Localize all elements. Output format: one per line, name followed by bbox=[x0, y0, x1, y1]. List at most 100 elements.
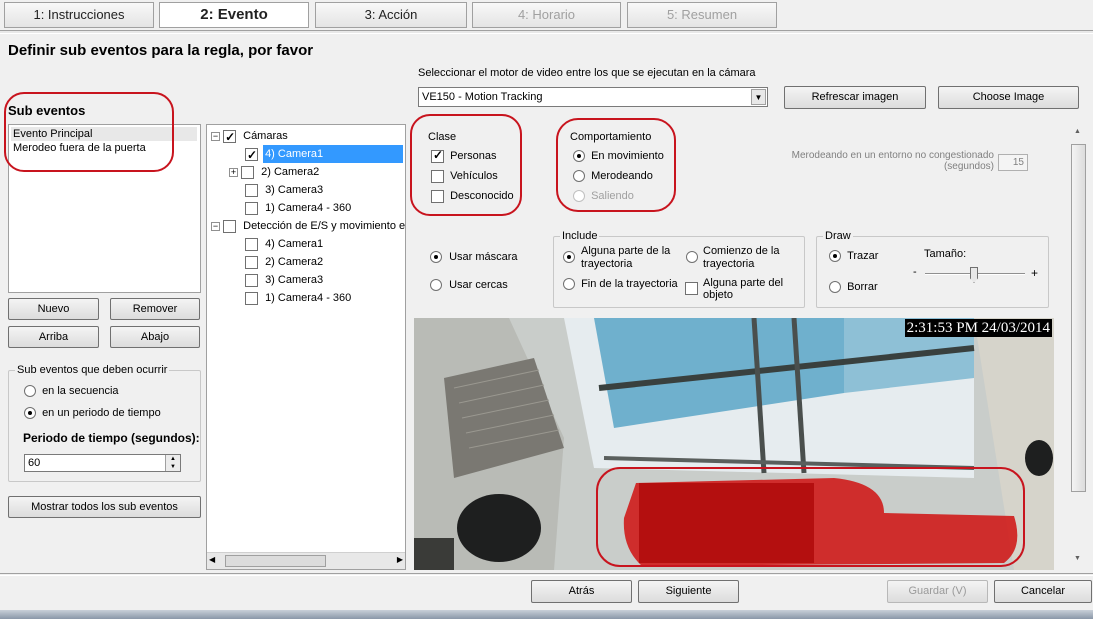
vertical-scrollbar[interactable]: ▲ ▼ bbox=[1070, 124, 1087, 570]
loiter-label: Merodeando en un entorno no congestionad… bbox=[791, 150, 994, 172]
tab-accion[interactable]: 3: Acción bbox=[315, 2, 467, 28]
include-label: Alguna parte de la trayectoria bbox=[581, 245, 671, 270]
tree-item-camera[interactable]: 4) Camera1 bbox=[245, 235, 323, 253]
must-occur-title: Sub eventos que deben ocurrir bbox=[15, 364, 170, 376]
scroll-up-icon[interactable]: ▲ bbox=[1074, 128, 1081, 135]
tree-label: 2) Camera2 bbox=[265, 256, 324, 268]
tab-resumen[interactable]: 5: Resumen bbox=[627, 2, 777, 28]
tree-label: 4) Camera1 bbox=[263, 145, 404, 163]
tree-item-camera[interactable]: 3) Camera3 bbox=[245, 181, 323, 199]
collapse-icon[interactable]: − bbox=[211, 222, 220, 231]
horizontal-scrollbar[interactable]: ◀ ▶ bbox=[207, 552, 405, 569]
tree-item-camera[interactable]: 3) Camera3 bbox=[245, 271, 323, 289]
checkbox-icon[interactable] bbox=[245, 255, 258, 269]
cancel-button[interactable]: Cancelar bbox=[994, 580, 1092, 603]
chevron-down-icon[interactable]: ▼ bbox=[751, 89, 766, 105]
engine-select[interactable]: VE150 - Motion Tracking ▼ bbox=[418, 87, 768, 107]
period-label: Periodo de tiempo (segundos): bbox=[23, 431, 200, 445]
scroll-thumb[interactable] bbox=[1071, 144, 1086, 492]
tree-label: 1) Camera4 - 360 bbox=[265, 202, 352, 214]
checkbox-icon[interactable] bbox=[223, 219, 237, 233]
include-label: Fin de la trayectoria bbox=[581, 278, 678, 290]
up-button[interactable]: Arriba bbox=[8, 326, 99, 348]
tab-horario[interactable]: 4: Horario bbox=[472, 2, 621, 28]
checkbox-icon[interactable] bbox=[245, 183, 258, 197]
checkbox-icon[interactable] bbox=[245, 291, 258, 305]
radio-icon bbox=[829, 250, 841, 263]
scroll-thumb[interactable] bbox=[225, 555, 326, 567]
radio-icon bbox=[829, 281, 841, 294]
period-stepper[interactable]: 60 ▲ ▼ bbox=[24, 454, 181, 472]
next-button[interactable]: Siguiente bbox=[638, 580, 739, 603]
scroll-right-icon[interactable]: ▶ bbox=[397, 555, 403, 564]
use-fences-label: Usar cercas bbox=[449, 279, 508, 291]
engine-select-value: VE150 - Motion Tracking bbox=[422, 91, 543, 103]
loiter-seconds-input[interactable]: 15 bbox=[998, 154, 1028, 171]
camera-timestamp: 2:31:53 PM 24/03/2014 bbox=[904, 319, 1052, 337]
scroll-left-icon[interactable]: ◀ bbox=[209, 555, 215, 564]
page-title: Definir sub eventos para la regla, por f… bbox=[8, 42, 314, 59]
in-period-label: en un periodo de tiempo bbox=[42, 407, 161, 419]
save-button[interactable]: Guardar (V) bbox=[887, 580, 988, 603]
tree-item-camera[interactable]: 1) Camera4 - 360 bbox=[245, 199, 351, 217]
tab-evento[interactable]: 2: Evento bbox=[159, 2, 309, 28]
size-slider[interactable] bbox=[925, 267, 1025, 283]
highlight-clase bbox=[410, 114, 522, 216]
tree-label: 1) Camera4 - 360 bbox=[265, 292, 352, 304]
include-label: Comienzo de la trayectoria bbox=[703, 245, 780, 270]
back-button[interactable]: Atrás bbox=[531, 580, 632, 603]
engine-label: Seleccionar el motor de video entre los … bbox=[418, 67, 756, 79]
tree-item-camera[interactable]: + 2) Camera2 bbox=[229, 163, 319, 181]
checkbox-icon[interactable] bbox=[245, 201, 258, 215]
include-end-radio[interactable]: Fin de la trayectoria bbox=[563, 278, 678, 291]
remove-button[interactable]: Remover bbox=[110, 298, 200, 320]
use-mask-radio[interactable]: Usar máscara bbox=[430, 251, 518, 264]
in-sequence-radio[interactable]: en la secuencia bbox=[24, 385, 119, 398]
tree-node-detection[interactable]: − Detección de E/S y movimiento e bbox=[211, 217, 405, 235]
use-fences-radio[interactable]: Usar cercas bbox=[430, 279, 508, 292]
slider-thumb[interactable] bbox=[970, 267, 978, 283]
down-button[interactable]: Abajo bbox=[110, 326, 200, 348]
radio-icon bbox=[563, 278, 575, 291]
tree-item-camera[interactable]: 2) Camera2 bbox=[245, 253, 323, 271]
tree-item-camera[interactable]: 4) Camera1 bbox=[245, 145, 404, 164]
tab-instrucciones[interactable]: 1: Instrucciones bbox=[4, 2, 154, 28]
checkbox-icon[interactable] bbox=[223, 128, 237, 146]
size-label: Tamaño: bbox=[924, 248, 967, 260]
show-all-sub-events-button[interactable]: Mostrar todos los sub eventos bbox=[8, 496, 201, 518]
scroll-down-icon[interactable]: ▼ bbox=[1074, 555, 1081, 562]
size-plus-label: + bbox=[1031, 266, 1039, 280]
checkbox-icon[interactable] bbox=[245, 237, 258, 251]
checkbox-icon[interactable] bbox=[241, 165, 255, 179]
radio-icon bbox=[563, 251, 575, 263]
loiter-value: 15 bbox=[1012, 157, 1024, 168]
draw-trace-radio[interactable]: Trazar bbox=[829, 250, 879, 263]
size-minus-label: - bbox=[913, 266, 917, 278]
collapse-icon[interactable]: − bbox=[211, 132, 220, 141]
choose-image-button[interactable]: Choose Image bbox=[938, 86, 1079, 109]
highlight-sub-events bbox=[4, 92, 174, 172]
draw-erase-radio[interactable]: Borrar bbox=[829, 281, 878, 294]
camera-tree[interactable]: − Cámaras 4) Camera1 + 2) Camera2 3) Cam… bbox=[206, 124, 406, 570]
footer-divider bbox=[0, 573, 1093, 576]
in-period-radio[interactable]: en un periodo de tiempo bbox=[24, 407, 161, 420]
expand-icon[interactable]: + bbox=[229, 168, 238, 177]
stepper-arrows-icon[interactable]: ▲ ▼ bbox=[165, 455, 180, 471]
checkbox-icon[interactable] bbox=[245, 146, 258, 164]
refresh-image-button[interactable]: Refrescar imagen bbox=[784, 86, 926, 109]
tree-node-cameras[interactable]: − Cámaras bbox=[211, 127, 288, 146]
tree-label: Detección de E/S y movimiento e bbox=[243, 220, 406, 232]
draw-label: Trazar bbox=[847, 250, 879, 262]
tree-label: 3) Camera3 bbox=[265, 184, 324, 196]
tree-item-camera[interactable]: 1) Camera4 - 360 bbox=[245, 289, 351, 307]
tree-label: 4) Camera1 bbox=[265, 238, 324, 250]
highlight-comportamiento bbox=[556, 118, 676, 212]
highlight-mask-area bbox=[596, 467, 1025, 567]
taskbar-strip bbox=[0, 610, 1093, 619]
include-label: Alguna parte del objeto bbox=[703, 277, 784, 301]
tree-label: 3) Camera3 bbox=[265, 274, 324, 286]
radio-icon bbox=[24, 407, 36, 420]
new-button[interactable]: Nuevo bbox=[8, 298, 99, 320]
include-title: Include bbox=[560, 230, 600, 242]
checkbox-icon[interactable] bbox=[245, 273, 258, 287]
